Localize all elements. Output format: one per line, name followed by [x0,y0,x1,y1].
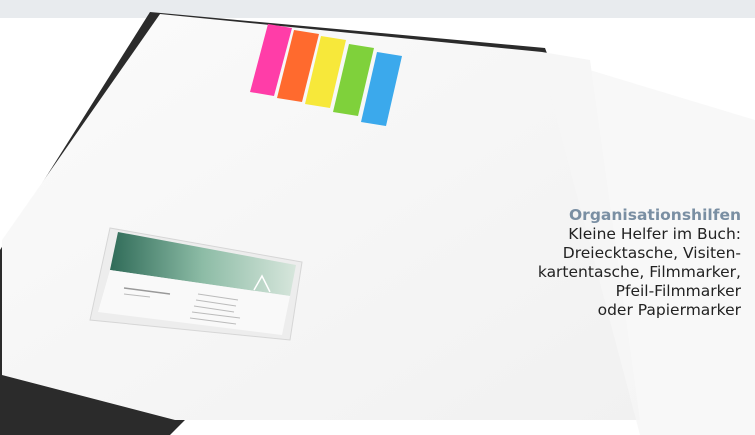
caption-line: oder Papiermarker [597,301,741,319]
caption-heading: Organisationshilfen [569,206,741,224]
caption-line: Dreiecktasche, Visiten- [562,244,741,262]
caption-line: Pfeil-Filmmarker [615,282,741,300]
caption-line: kartentasche, Filmmarker, [537,263,741,281]
caption-line: Kleine Helfer im Buch: [568,225,741,243]
caption: Organisationshilfen Kleine Helfer im Buc… [451,206,741,320]
